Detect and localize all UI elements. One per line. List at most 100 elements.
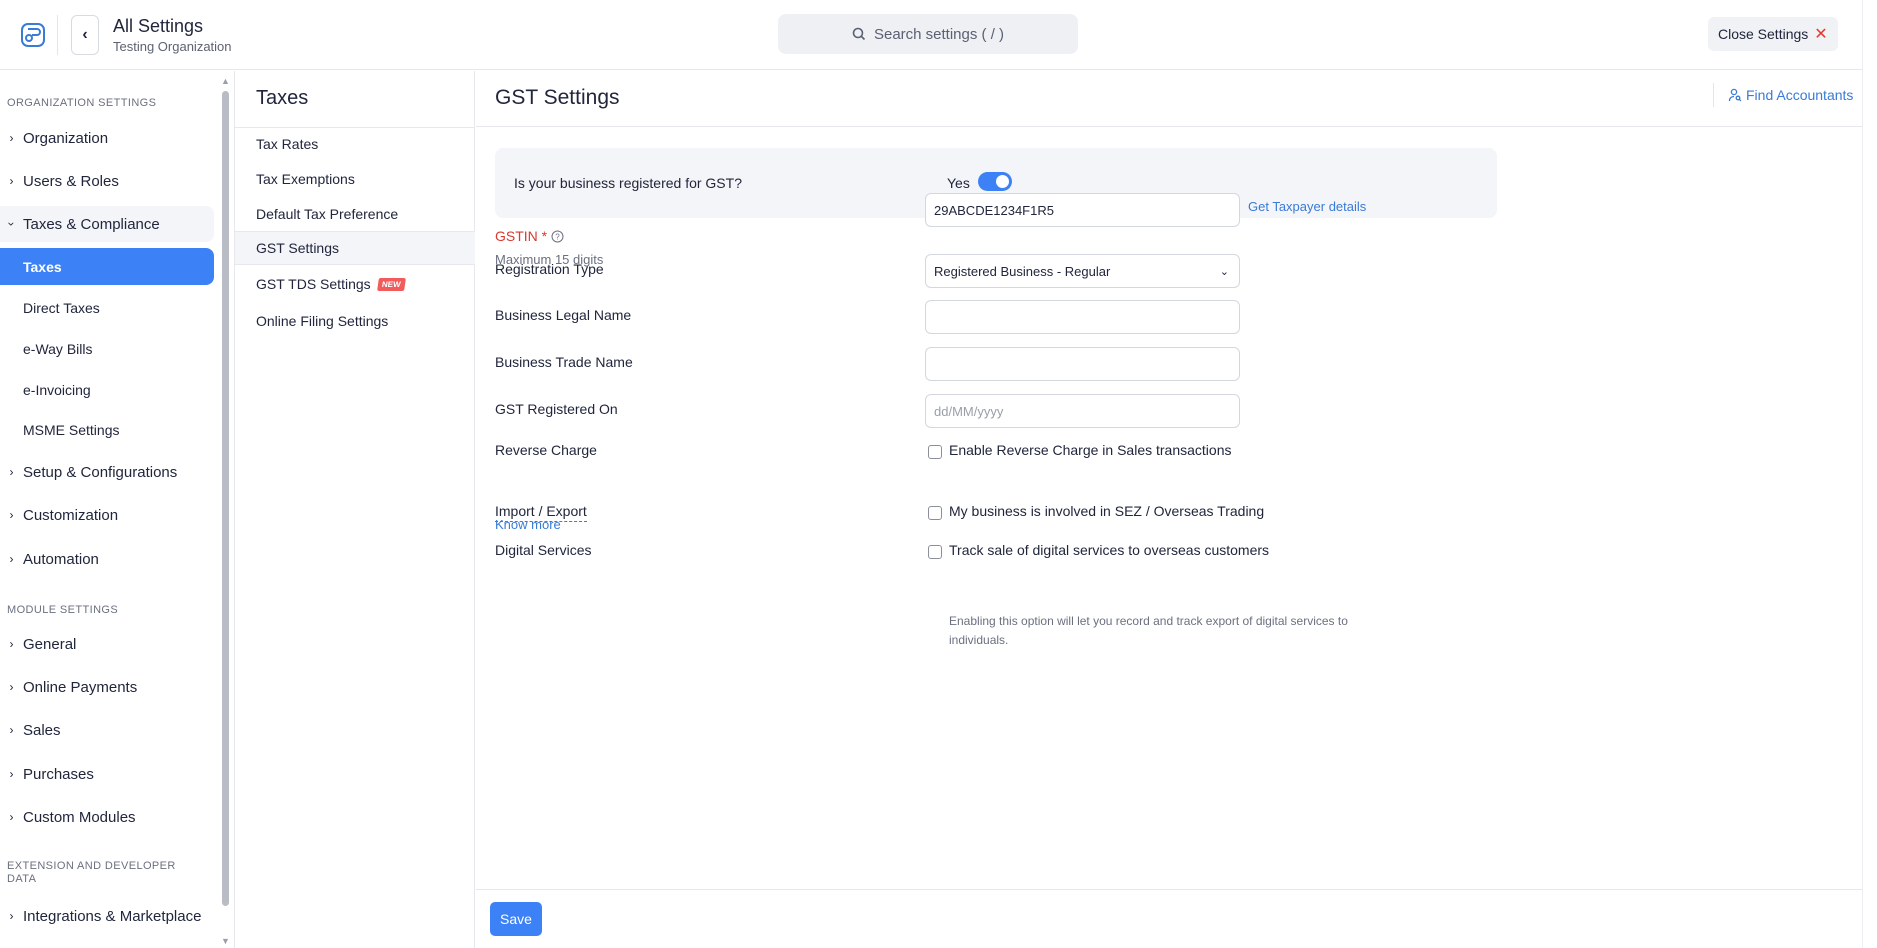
sidebar-item-customization[interactable]: › Customization (0, 497, 214, 533)
chevron-right-icon: › (9, 131, 14, 145)
search-settings-input[interactable]: Search settings ( / ) (778, 14, 1078, 54)
help-icon[interactable]: ? (551, 230, 564, 243)
get-taxpayer-details-link[interactable]: Get Taxpayer details (1248, 199, 1366, 214)
sidebar-item-setup-configurations[interactable]: › Setup & Configurations (0, 454, 214, 490)
legal-name-label: Business Legal Name (495, 307, 632, 323)
org-name: Testing Organization (113, 38, 232, 54)
section-label-organization: ORGANIZATION SETTINGS (7, 97, 157, 109)
taxes-submenu-panel: Taxes Tax Rates Tax Exemptions Default T… (234, 71, 475, 948)
chevron-right-icon: › (9, 723, 14, 737)
top-bar: ‹ All Settings Testing Organization Sear… (0, 0, 1862, 70)
sidebar-item-label: General (23, 635, 77, 653)
sidebar-subitem-taxes[interactable]: Taxes (0, 248, 214, 285)
sidebar-item-label: Online Payments (23, 678, 138, 696)
back-button[interactable]: ‹ (71, 14, 99, 55)
panel-title: Taxes (256, 87, 309, 109)
chevron-right-icon: › (9, 680, 14, 694)
new-badge: NEW (376, 277, 406, 291)
chevron-left-icon: ‹ (82, 25, 88, 43)
settings-sidebar: ORGANIZATION SETTINGS › Organization › U… (0, 71, 222, 948)
close-icon: ✕ (1814, 26, 1828, 43)
header-divider (57, 14, 58, 55)
app-logo-icon[interactable] (17, 19, 49, 51)
section-title: GST Settings (495, 86, 620, 109)
chevron-right-icon: › (9, 810, 14, 824)
scroll-down-arrow-icon[interactable]: ▼ (221, 936, 230, 946)
registered-on-label: GST Registered On (495, 401, 618, 417)
user-search-icon (1728, 88, 1742, 102)
main-header: GST Settings Find Accountants (476, 71, 1862, 127)
main-content: GST Settings Find Accountants Is your bu… (476, 71, 1862, 948)
sidebar-item-label: Taxes & Compliance (23, 215, 160, 233)
sidebar-item-label: Purchases (23, 765, 94, 783)
tab-tax-exemptions[interactable]: Tax Exemptions (235, 162, 475, 196)
import-export-label[interactable]: Import / Export (495, 503, 587, 522)
chevron-right-icon: › (9, 552, 14, 566)
sidebar-item-sales[interactable]: › Sales (0, 712, 214, 748)
sidebar-item-automation[interactable]: › Automation (0, 541, 214, 577)
find-accountants-link[interactable]: Find Accountants (1713, 83, 1853, 107)
scroll-up-arrow-icon[interactable]: ▲ (221, 76, 230, 86)
import-export-checkbox[interactable] (928, 506, 942, 520)
trade-name-field[interactable] (925, 347, 1240, 381)
gst-registered-answer: Yes (947, 175, 970, 191)
digital-services-checkbox-label[interactable]: Track sale of digital services to overse… (949, 542, 1269, 558)
search-icon (852, 27, 866, 41)
sidebar-subitem-einvoicing[interactable]: e-Invoicing (0, 371, 214, 408)
toggle-knob (996, 175, 1009, 188)
reverse-charge-checkbox[interactable] (928, 445, 942, 459)
legal-name-field[interactable] (925, 300, 1240, 334)
right-edge-strip (1862, 0, 1877, 948)
form-footer: Save (476, 889, 1862, 948)
sidebar-item-label: Sales (23, 721, 61, 739)
page-title: All Settings (113, 15, 204, 36)
sidebar-scrollbar-thumb[interactable] (222, 91, 229, 906)
tab-gst-tds-settings[interactable]: GST TDS Settings NEW (235, 267, 475, 301)
trade-name-label: Business Trade Name (495, 354, 633, 370)
digital-services-checkbox[interactable] (928, 545, 942, 559)
sidebar-item-label: Users & Roles (23, 172, 119, 190)
tab-gst-settings[interactable]: GST Settings (235, 231, 475, 265)
chevron-right-icon: › (9, 174, 14, 188)
sidebar-item-taxes-compliance[interactable]: › Taxes & Compliance (0, 206, 214, 242)
sidebar-item-integrations-marketplace[interactable]: › Integrations & Marketplace (0, 898, 214, 934)
sidebar-item-custom-modules[interactable]: › Custom Modules (0, 799, 214, 835)
sidebar-subitem-eway-bills[interactable]: e-Way Bills (0, 330, 214, 367)
sidebar-item-label: Customization (23, 506, 119, 524)
close-settings-button[interactable]: Close Settings ✕ (1708, 17, 1838, 51)
tab-tax-rates[interactable]: Tax Rates (235, 127, 475, 161)
svg-text:?: ? (555, 232, 560, 241)
gst-registered-question: Is your business registered for GST? (514, 175, 742, 191)
digital-services-label: Digital Services (495, 542, 592, 558)
tab-online-filing-settings[interactable]: Online Filing Settings (235, 304, 475, 338)
sidebar-item-users-roles[interactable]: › Users & Roles (0, 163, 214, 199)
sidebar-item-label: Integrations & Marketplace (23, 907, 202, 925)
reverse-charge-checkbox-label[interactable]: Enable Reverse Charge in Sales transacti… (949, 442, 1232, 458)
gst-registered-toggle[interactable] (978, 172, 1012, 191)
section-label-extension: EXTENSION AND DEVELOPER DATA (7, 860, 176, 885)
section-label-module: MODULE SETTINGS (7, 604, 119, 616)
find-accountants-label: Find Accountants (1746, 87, 1854, 103)
reverse-charge-label: Reverse Charge (495, 442, 597, 458)
import-export-checkbox-label[interactable]: My business is involved in SEZ / Oversea… (949, 503, 1264, 519)
registered-on-date-field[interactable]: dd/MM/yyyy (925, 394, 1240, 428)
tab-default-tax-preference[interactable]: Default Tax Preference (235, 197, 475, 231)
sidebar-item-organization[interactable]: › Organization (0, 120, 214, 156)
registration-type-select[interactable]: Registered Business - Regular ⌄ (925, 254, 1240, 288)
gstin-label: GSTIN * ? (495, 228, 564, 244)
sidebar-item-label: Automation (23, 550, 99, 568)
save-button[interactable]: Save (490, 902, 542, 936)
search-placeholder: Search settings ( / ) (873, 25, 1005, 43)
chevron-down-icon: ⌄ (1219, 266, 1229, 278)
gstin-label-text: GSTIN * (495, 228, 548, 244)
sidebar-item-general[interactable]: › General (0, 626, 214, 662)
chevron-right-icon: › (9, 767, 14, 781)
sidebar-subitem-msme-settings[interactable]: MSME Settings (0, 411, 214, 448)
sidebar-subitem-direct-taxes[interactable]: Direct Taxes (0, 289, 214, 326)
gstin-field[interactable]: 29ABCDE1234F1R5 (925, 193, 1240, 227)
sidebar-item-purchases[interactable]: › Purchases (0, 756, 214, 792)
sidebar-item-online-payments[interactable]: › Online Payments (0, 669, 214, 705)
registration-type-label: Registration Type (495, 261, 604, 277)
sidebar-item-label: Setup & Configurations (23, 463, 178, 481)
close-settings-label: Close Settings (1718, 26, 1809, 42)
